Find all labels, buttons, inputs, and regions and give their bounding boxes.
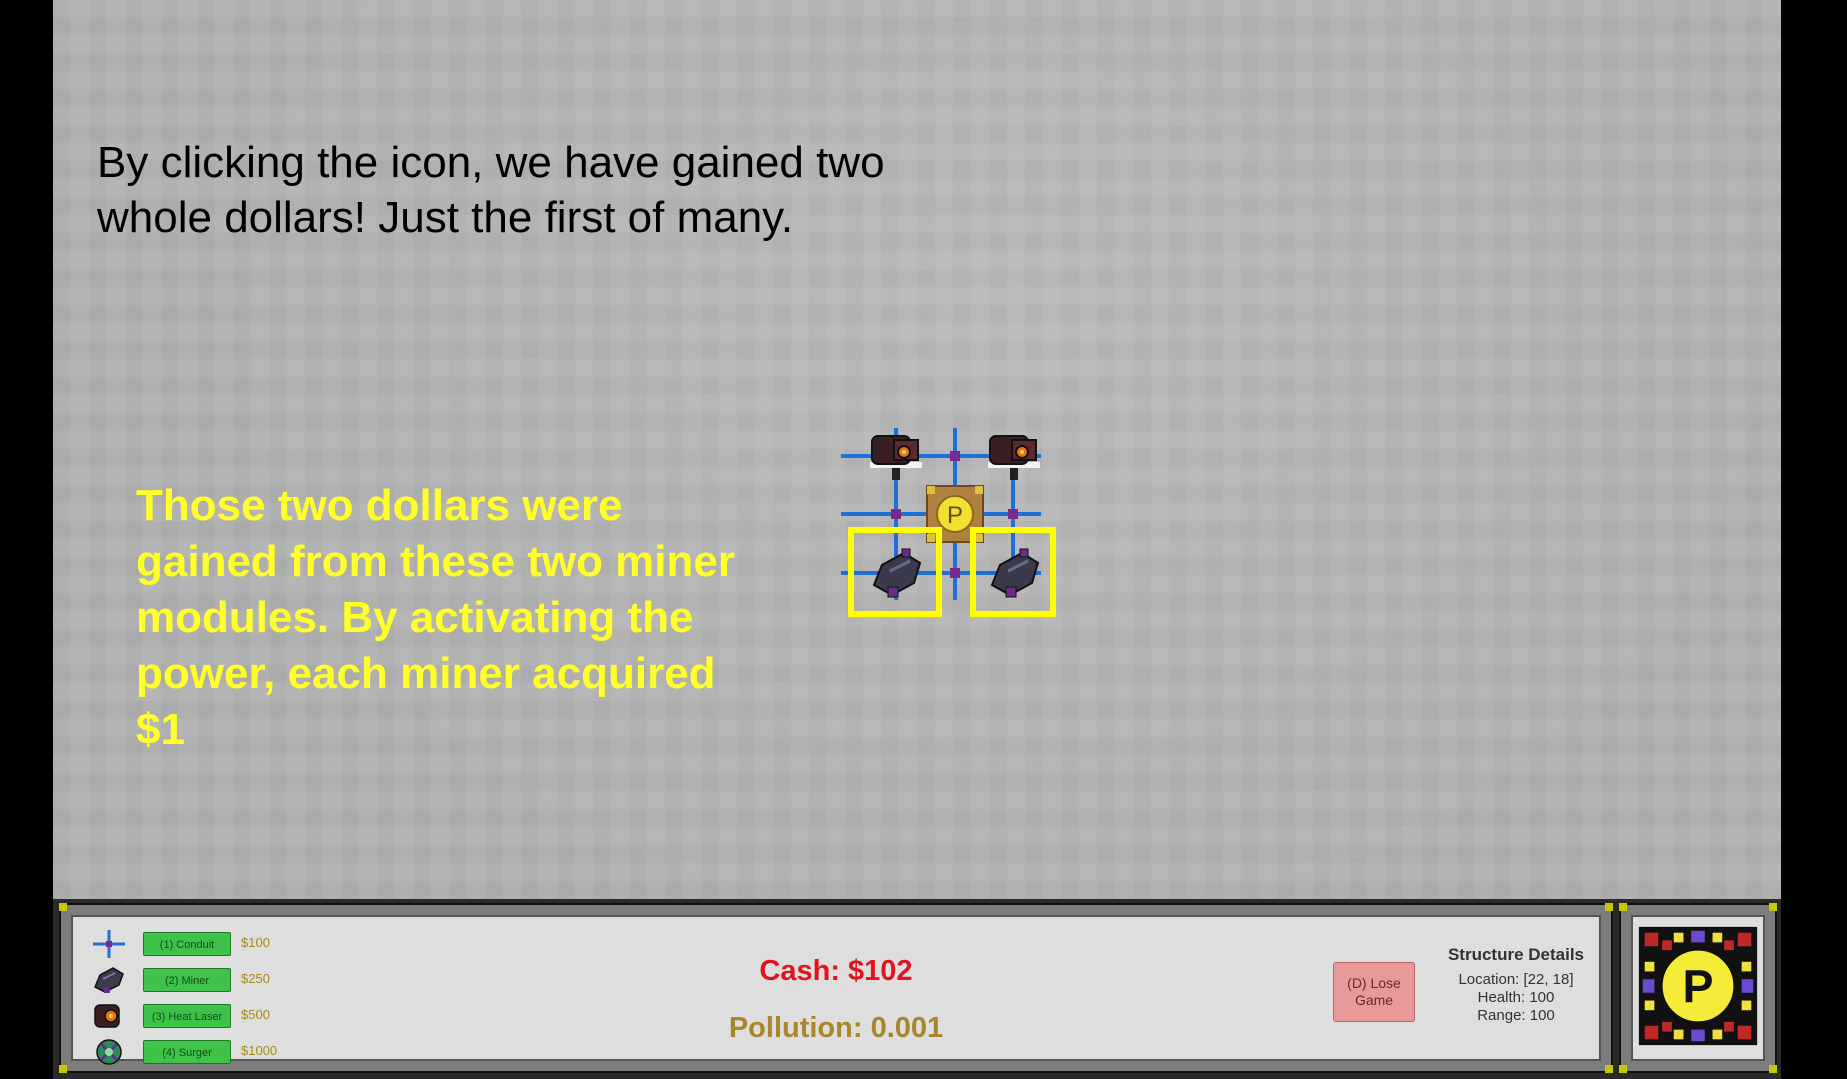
lose-game-button[interactable]: (D) Lose Game [1333, 962, 1415, 1022]
conduit-node [891, 509, 901, 519]
tutorial-intro-text: By clicking the icon, we have gained two… [97, 138, 885, 242]
structure-health: Health: 100 [1477, 989, 1555, 1006]
miner-module [990, 548, 1040, 598]
emblem-letter: P [1682, 960, 1713, 1012]
power-core-emblem-icon[interactable]: P [1635, 917, 1761, 1055]
base-structure-grid: P [841, 428, 1056, 617]
hud-bar: (1) Conduit $100 (2) Miner $250 (3) Heat… [53, 899, 1781, 1079]
power-core-letter: P [947, 502, 963, 529]
conduit-node [1008, 509, 1018, 519]
hud-inner-panel: (1) Conduit $100 (2) Miner $250 (3) Heat… [71, 915, 1601, 1065]
structure-details-title: Structure Details [1447, 945, 1585, 964]
power-emblem-frame: P [1631, 915, 1765, 1061]
miner-module [872, 548, 922, 598]
build-conduit-button[interactable]: (1) Conduit [143, 932, 231, 956]
conduit-node [950, 568, 960, 578]
conduit-node [950, 451, 960, 461]
build-conduit-cost: $100 [241, 935, 270, 950]
build-surger-cost: $1000 [241, 1043, 278, 1058]
hud-main-panel: (1) Conduit $100 (2) Miner $250 (3) Heat… [59, 903, 1613, 1073]
tutorial-callout-text: Those two dollars were gained from these… [136, 481, 735, 754]
structure-details-panel: Structure Details Location: [22, 18] Hea… [1431, 945, 1601, 1025]
structure-range: Range: 100 [1477, 1007, 1555, 1024]
heat-laser-turret [988, 435, 1040, 480]
power-emblem-panel: P [1619, 903, 1777, 1073]
heat-laser-turret [870, 435, 922, 480]
structure-location: Location: [22, 18] [1458, 971, 1574, 988]
